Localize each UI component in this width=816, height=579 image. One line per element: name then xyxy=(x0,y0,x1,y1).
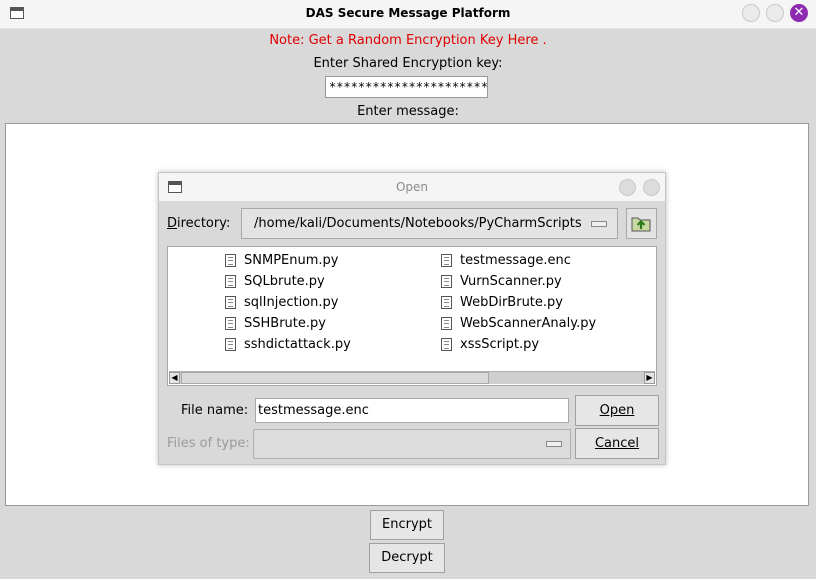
title-bar: DAS Secure Message Platform ✕ xyxy=(0,0,816,29)
file-icon xyxy=(225,254,236,267)
file-name: xssScript.py xyxy=(460,337,540,352)
filetype-select xyxy=(253,429,571,459)
file-name: testmessage.enc xyxy=(460,253,571,268)
open-button-label: Open xyxy=(599,403,635,418)
file-icon xyxy=(225,275,236,288)
file-name: sshdictattack.py xyxy=(244,337,351,352)
file-icon xyxy=(441,254,452,267)
key-label: Enter Shared Encryption key: xyxy=(313,56,503,71)
dialog-title-bar: Open xyxy=(159,173,665,201)
cancel-button-label: Cancel xyxy=(594,436,640,451)
cancel-button[interactable]: Cancel xyxy=(575,428,659,459)
scroll-right-icon[interactable]: ▶ xyxy=(644,372,655,384)
folder-up-icon xyxy=(631,217,651,232)
file-icon xyxy=(225,317,236,330)
file-name: WebDirBrute.py xyxy=(460,295,563,310)
minimize-icon[interactable] xyxy=(742,4,760,22)
file-list[interactable]: SNMPEnum.py SQLbrute.py sqlInjection.py … xyxy=(167,246,657,386)
file-name: SNMPEnum.py xyxy=(244,253,339,268)
open-button[interactable]: Open xyxy=(575,395,659,426)
file-name: SSHBrute.py xyxy=(244,316,326,331)
dialog-title: Open xyxy=(395,180,429,194)
message-label: Enter message: xyxy=(357,104,459,119)
maximize-icon[interactable] xyxy=(643,179,660,196)
dropdown-icon xyxy=(546,441,562,447)
file-name: VurnScanner.py xyxy=(460,274,562,289)
directory-value: /home/kali/Documents/Notebooks/PyCharmSc… xyxy=(254,216,582,231)
filetype-label: Files of type: xyxy=(167,436,250,451)
horizontal-scrollbar[interactable]: ◀ ▶ xyxy=(169,371,655,384)
directory-label: Directory: xyxy=(167,216,230,231)
directory-label-mnemonic: D xyxy=(167,216,178,231)
folder-up-button[interactable] xyxy=(626,208,657,239)
directory-label-rest: irectory: xyxy=(177,216,231,231)
maximize-icon[interactable] xyxy=(766,4,784,22)
window-title: DAS Secure Message Platform xyxy=(305,6,511,20)
file-name: WebScannerAnaly.py xyxy=(460,316,597,331)
encryption-key-input[interactable]: ************************ xyxy=(325,76,488,98)
scroll-thumb[interactable] xyxy=(181,372,489,384)
directory-select[interactable]: /home/kali/Documents/Notebooks/PyCharmSc… xyxy=(241,208,618,239)
close-icon[interactable]: ✕ xyxy=(790,4,808,22)
file-icon xyxy=(225,338,236,351)
file-name: SQLbrute.py xyxy=(244,274,325,289)
random-key-note[interactable]: Note: Get a Random Encryption Key Here . xyxy=(0,33,816,48)
file-icon xyxy=(441,275,452,288)
scroll-left-icon[interactable]: ◀ xyxy=(169,372,180,384)
minimize-icon[interactable] xyxy=(619,179,636,196)
encrypt-button[interactable]: Encrypt xyxy=(370,510,444,540)
decrypt-button[interactable]: Decrypt xyxy=(369,543,445,573)
filename-input[interactable]: testmessage.enc xyxy=(255,398,569,423)
file-icon xyxy=(441,338,452,351)
filename-label: File name: xyxy=(181,403,249,418)
file-name: sqlInjection.py xyxy=(244,295,339,310)
file-icon xyxy=(441,296,452,309)
file-icon xyxy=(441,317,452,330)
file-icon xyxy=(225,296,236,309)
dropdown-icon xyxy=(591,221,607,227)
open-file-dialog: Open Directory: /home/kali/Documents/Not… xyxy=(158,172,666,465)
